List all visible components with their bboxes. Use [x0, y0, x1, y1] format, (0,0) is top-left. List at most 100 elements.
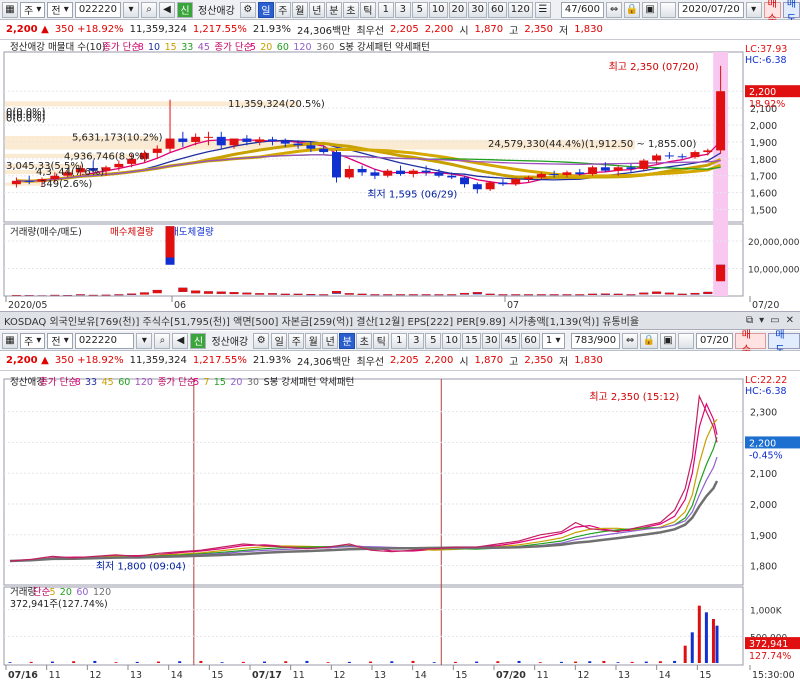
volume-bar-buy — [498, 294, 507, 295]
period-tab-5[interactable]: 초 — [343, 2, 359, 18]
candle-body — [370, 172, 379, 175]
period-tab-2[interactable]: 월 — [305, 333, 321, 349]
interval-button-1[interactable]: 3 — [395, 2, 411, 18]
high-price: 2,350 — [524, 355, 553, 366]
interval-button-7[interactable]: 60 — [521, 333, 540, 349]
stock-search-icon[interactable]: ▦ — [2, 333, 18, 349]
interval-select[interactable]: 1 ▾ — [542, 333, 565, 349]
interval-button-4[interactable]: 20 — [449, 2, 468, 18]
buy-button[interactable]: 매수 — [764, 2, 781, 18]
stock-code-input[interactable]: 022220 — [75, 333, 135, 349]
save-icon[interactable]: ▣ — [642, 2, 658, 18]
interval-button-0[interactable]: 1 — [391, 333, 407, 349]
scope-select[interactable]: 전 ▾ — [47, 333, 72, 349]
open-label: 시 — [459, 22, 468, 37]
settings-icon[interactable]: ⚙ — [240, 2, 256, 18]
speaker-icon[interactable]: ◀ — [172, 333, 188, 349]
market-type-select[interactable]: 주 ▾ — [20, 333, 45, 349]
trade-amount: 24,306백만 — [297, 22, 350, 37]
search-icon[interactable]: ⌕ — [141, 2, 157, 18]
market-type-select[interactable]: 주 ▾ — [20, 2, 45, 18]
date-input[interactable]: 07/20 — [696, 333, 733, 349]
checkbox[interactable] — [678, 333, 694, 349]
settings-icon[interactable]: ⚙ — [253, 333, 269, 349]
bar-count[interactable]: 47/600 — [561, 2, 604, 18]
daily-candlestick-chart[interactable]: 1,5001,6001,7001,8001,9002,0002,1002,200… — [0, 40, 800, 311]
bar-count[interactable]: 783/900 — [571, 333, 621, 349]
fit-icon[interactable]: ⇔ — [606, 2, 622, 18]
period-tab-4[interactable]: 분 — [326, 2, 342, 18]
volume-current-label: 372,941주(127.74%) — [10, 599, 108, 610]
list-icon[interactable]: ☰ — [535, 2, 551, 18]
period-tab-1[interactable]: 주 — [288, 333, 304, 349]
period-tab-6[interactable]: 틱 — [373, 333, 389, 349]
code-dropdown-icon[interactable]: ▾ — [123, 2, 139, 18]
interval-button-2[interactable]: 5 — [412, 2, 428, 18]
stock-code-input[interactable]: 022220 — [75, 2, 121, 18]
period-tab-2[interactable]: 월 — [292, 2, 308, 18]
interval-button-3[interactable]: 10 — [442, 333, 461, 349]
interval-button-5[interactable]: 30 — [468, 2, 487, 18]
period-tab-0[interactable]: 일 — [271, 333, 287, 349]
speaker-icon[interactable]: ◀ — [159, 2, 175, 18]
period-tab-4[interactable]: 분 — [339, 333, 355, 349]
buy-button[interactable]: 매수 — [735, 333, 767, 349]
date-input[interactable]: 2020/07/20 — [678, 2, 744, 18]
search-icon[interactable]: ⌕ — [154, 333, 170, 349]
interval-button-0[interactable]: 1 — [378, 2, 394, 18]
interval-button-2[interactable]: 5 — [425, 333, 441, 349]
scope-select[interactable]: 전 ▾ — [47, 2, 72, 18]
candle-body — [306, 145, 315, 148]
volume-profile-label: 24,579,330(44.4%)(1,912.50 ~ 1,855.00) — [488, 139, 697, 150]
calendar-icon[interactable]: ▾ — [746, 2, 762, 18]
volume-bar — [645, 662, 648, 663]
volume-ma-period: 5 — [50, 587, 56, 598]
interval-button-4[interactable]: 15 — [462, 333, 481, 349]
minute-line-chart[interactable]: 1,8001,9002,0002,1002,2002,3002,200-0.45… — [0, 371, 800, 681]
current-price-label: 2,200 — [749, 87, 776, 98]
candle-body — [294, 144, 303, 146]
interval-button-6[interactable]: 45 — [501, 333, 520, 349]
checkbox[interactable] — [660, 2, 676, 18]
interval-button-3[interactable]: 10 — [429, 2, 448, 18]
volume-legend-buy: 매수체결량 — [110, 226, 154, 238]
lock-icon[interactable]: 🔒 — [640, 333, 658, 349]
restore-icon[interactable]: ▭ — [770, 315, 779, 326]
stock-info-text: KOSDAQ 외국인보유[769(천)] 주식수[51,795(천)] 액면[5… — [4, 313, 639, 328]
volume-ma-label: 단순 — [33, 587, 51, 598]
volume-bar — [51, 662, 54, 663]
volume-bar — [284, 661, 287, 663]
lock-icon[interactable]: 🔒 — [624, 2, 640, 18]
save-icon[interactable]: ▣ — [660, 333, 676, 349]
volume-bar — [115, 662, 118, 663]
interval-button-6[interactable]: 60 — [488, 2, 507, 18]
pin-icon[interactable]: ▾ — [759, 315, 764, 326]
sell-button[interactable]: 매도 — [768, 333, 800, 349]
period-tab-3[interactable]: 년 — [309, 2, 325, 18]
stock-search-icon[interactable]: ▦ — [2, 2, 18, 18]
period-tab-0[interactable]: 일 — [258, 2, 274, 18]
ma-period-label: 15 — [165, 42, 177, 53]
period-tab-5[interactable]: 초 — [356, 333, 372, 349]
volume-bar-buy — [639, 293, 648, 295]
sell-button[interactable]: 매도 — [783, 2, 800, 18]
period-tab-6[interactable]: 틱 — [360, 2, 376, 18]
volume-bar-buy — [140, 292, 149, 294]
close-icon[interactable]: ✕ — [786, 315, 794, 326]
window-icon[interactable]: ⧉ — [746, 315, 753, 326]
candle-body — [524, 177, 533, 179]
volume-bar — [390, 661, 393, 663]
volume-bar — [684, 646, 687, 663]
low-label: 저 — [559, 22, 568, 37]
period-tab-3[interactable]: 년 — [322, 333, 338, 349]
ma-legend-label: 종가 단순 — [102, 42, 140, 53]
code-dropdown-icon[interactable]: ▾ — [136, 333, 152, 349]
fit-icon[interactable]: ⇔ — [622, 333, 638, 349]
period-tab-1[interactable]: 주 — [275, 2, 291, 18]
volume-bar-buy — [550, 294, 559, 295]
interval-button-7[interactable]: 120 — [508, 2, 533, 18]
interval-button-5[interactable]: 30 — [482, 333, 501, 349]
volume-bar-buy — [217, 292, 226, 294]
interval-button-1[interactable]: 3 — [408, 333, 424, 349]
y-tick-label: 2,300 — [750, 408, 777, 419]
